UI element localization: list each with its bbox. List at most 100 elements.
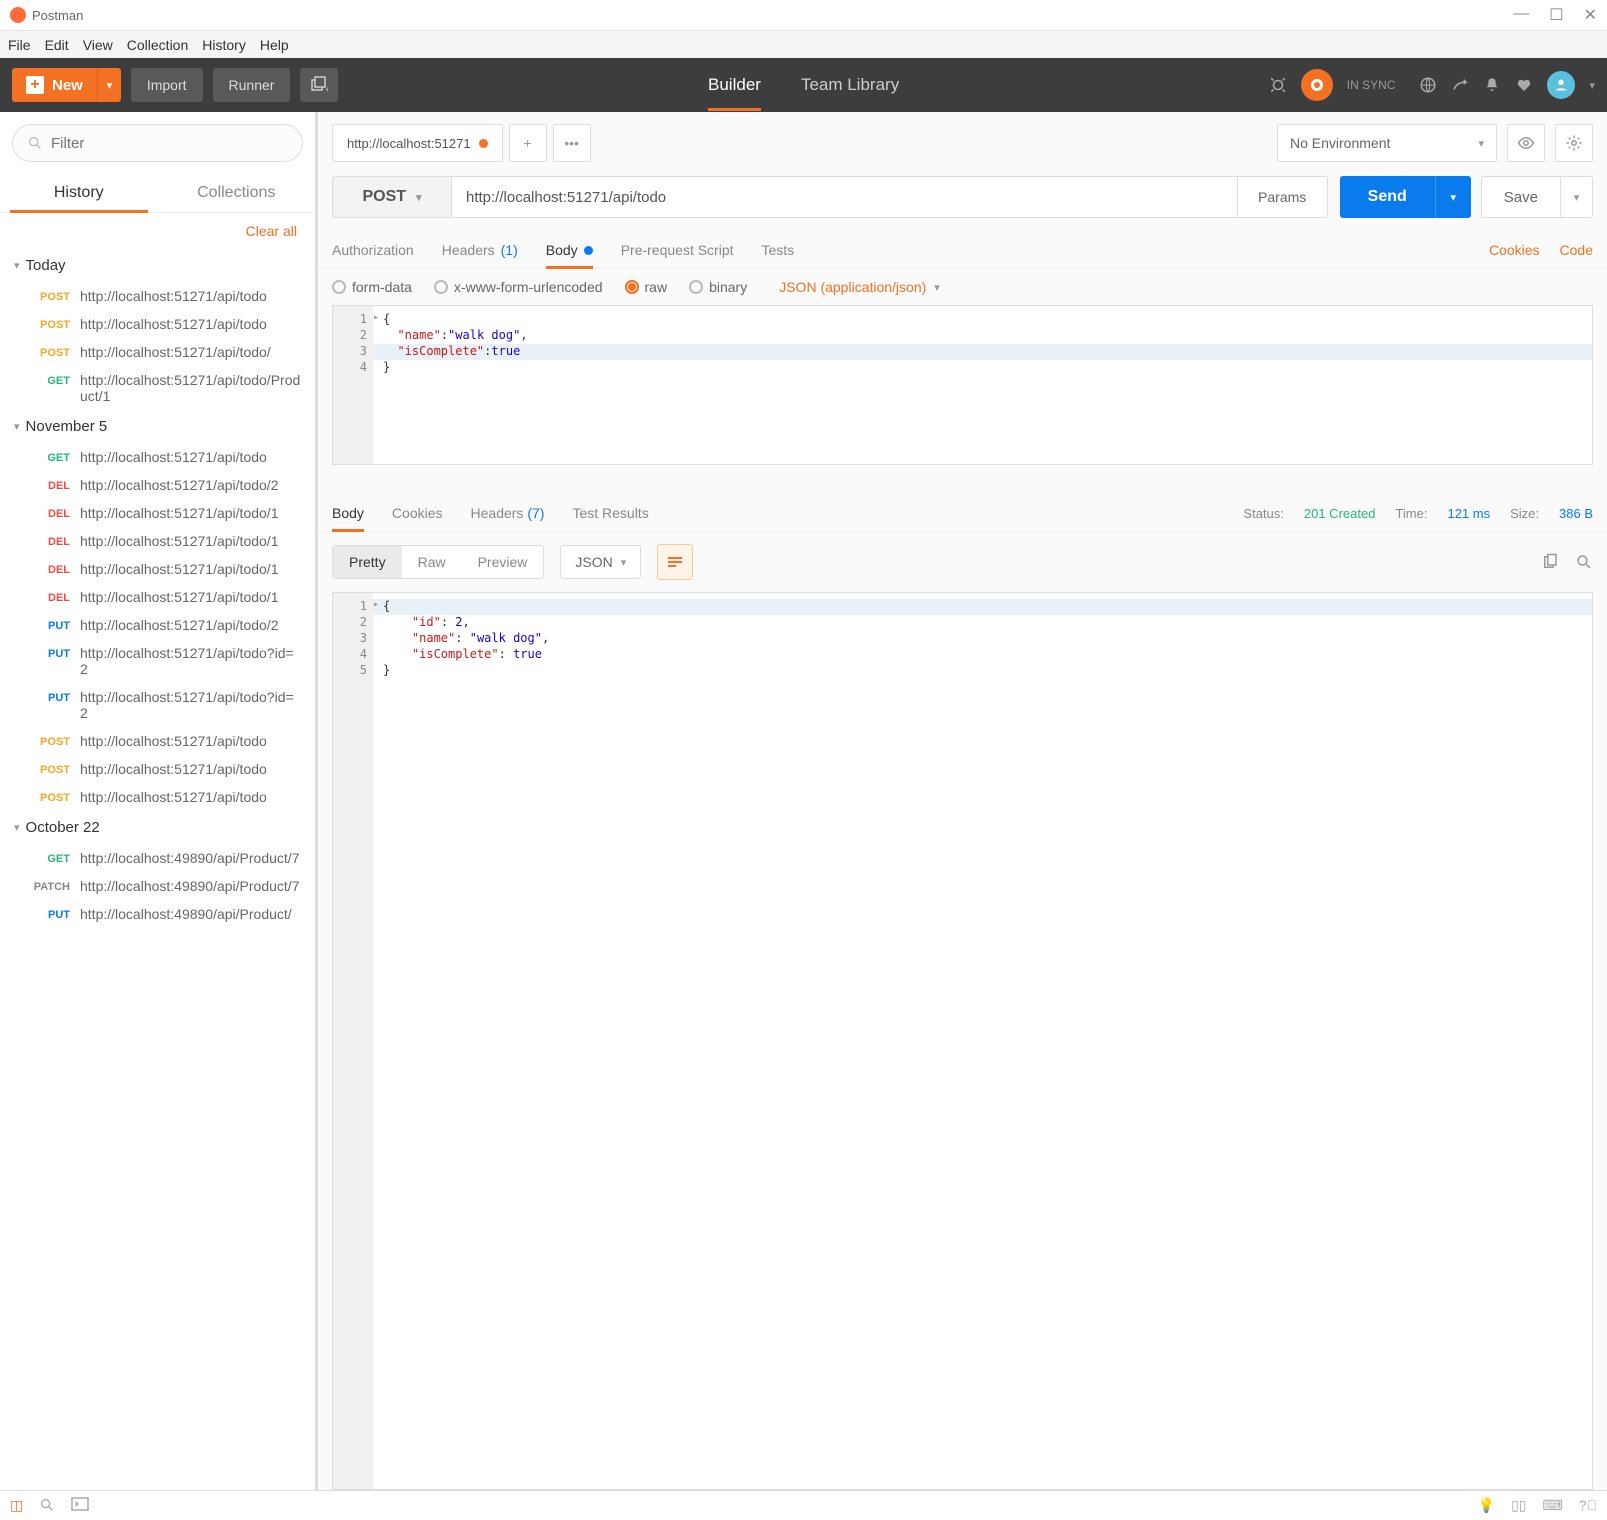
top-tab-builder[interactable]: Builder xyxy=(708,59,761,111)
send-dropdown[interactable]: ▾ xyxy=(1435,176,1471,218)
new-window-button[interactable]: + xyxy=(300,68,338,102)
close-button[interactable]: ✕ xyxy=(1584,5,1597,25)
format-raw-button[interactable]: Raw xyxy=(402,546,462,578)
code-link[interactable]: Code xyxy=(1560,242,1593,258)
history-item[interactable]: POSThttp://localhost:51271/api/todo xyxy=(0,783,315,811)
menu-item-edit[interactable]: Edit xyxy=(45,37,69,53)
body-type-form-data[interactable]: form-data xyxy=(332,279,412,295)
response-tab-body[interactable]: Body xyxy=(332,495,364,531)
environment-quicklook-button[interactable] xyxy=(1507,124,1545,162)
import-button[interactable]: Import xyxy=(131,68,203,102)
cookies-link[interactable]: Cookies xyxy=(1489,242,1540,258)
body-type-raw[interactable]: raw xyxy=(625,279,668,295)
request-body-editor[interactable]: 1234 { "name":"walk dog", "isComplete":t… xyxy=(332,305,1593,465)
history-group-header[interactable]: ▾Today xyxy=(0,249,315,282)
menu-item-file[interactable]: File xyxy=(8,37,31,53)
history-item[interactable]: GEThttp://localhost:51271/api/todo xyxy=(0,443,315,471)
request-tab-pre-request-script[interactable]: Pre-request Script xyxy=(621,232,734,268)
copy-response-button[interactable] xyxy=(1541,553,1559,571)
send-button[interactable]: Send xyxy=(1340,176,1435,218)
environment-settings-button[interactable] xyxy=(1555,124,1593,162)
history-item[interactable]: PUThttp://localhost:51271/api/todo?id=2 xyxy=(0,639,315,683)
help-button[interactable]: ?⃝ xyxy=(1579,1497,1597,1514)
history-item[interactable]: POSThttp://localhost:51271/api/todo xyxy=(0,755,315,783)
menu-item-help[interactable]: Help xyxy=(260,37,289,53)
history-item[interactable]: GEThttp://localhost:51271/api/todo/Produ… xyxy=(0,366,315,410)
content-type-select[interactable]: JSON (application/json)▾ xyxy=(779,279,940,295)
history-item[interactable]: POSThttp://localhost:51271/api/todo xyxy=(0,282,315,310)
history-item[interactable]: DELhttp://localhost:51271/api/todo/1 xyxy=(0,527,315,555)
history-item[interactable]: DELhttp://localhost:51271/api/todo/2 xyxy=(0,471,315,499)
time-value: 121 ms xyxy=(1447,506,1490,521)
capture-icon[interactable] xyxy=(1269,76,1287,94)
find-button[interactable] xyxy=(39,1497,55,1514)
avatar[interactable] xyxy=(1547,71,1575,99)
save-dropdown[interactable]: ▾ xyxy=(1560,177,1592,217)
response-tab-test-results[interactable]: Test Results xyxy=(572,495,648,531)
avatar-dropdown[interactable]: ▾ xyxy=(1589,79,1595,92)
history-item-method: POST xyxy=(32,789,70,804)
history-item[interactable]: PUThttp://localhost:49890/api/Product/ xyxy=(0,900,315,928)
history-group-header[interactable]: ▾November 5 xyxy=(0,410,315,443)
response-lang-select[interactable]: JSON ▾ xyxy=(560,545,641,579)
new-button[interactable]: + New xyxy=(12,68,97,102)
response-tab-cookies[interactable]: Cookies xyxy=(392,495,443,531)
sidebar-tab-history[interactable]: History xyxy=(0,174,158,212)
history-item[interactable]: POSThttp://localhost:51271/api/todo/ xyxy=(0,338,315,366)
new-button-dropdown[interactable]: ▾ xyxy=(97,68,121,102)
history-item[interactable]: POSThttp://localhost:51271/api/todo xyxy=(0,727,315,755)
wrap-lines-button[interactable] xyxy=(657,544,693,580)
save-button[interactable]: Save xyxy=(1482,177,1560,217)
two-pane-button[interactable]: ▯▯ xyxy=(1511,1497,1526,1514)
history-item[interactable]: PUThttp://localhost:51271/api/todo?id=2 xyxy=(0,683,315,727)
format-pretty-button[interactable]: Pretty xyxy=(333,546,402,578)
minimize-button[interactable]: — xyxy=(1513,5,1529,25)
menu-item-history[interactable]: History xyxy=(202,37,246,53)
filter-input[interactable] xyxy=(51,135,288,152)
sync-badge[interactable] xyxy=(1301,69,1333,101)
params-button[interactable]: Params xyxy=(1238,176,1328,218)
sidebar-toggle-button[interactable]: ◫ xyxy=(10,1497,23,1514)
body-type-x-www-form-urlencoded[interactable]: x-www-form-urlencoded xyxy=(434,279,603,295)
request-tab-tests[interactable]: Tests xyxy=(762,232,795,268)
filter-box[interactable] xyxy=(12,124,303,162)
runner-button[interactable]: Runner xyxy=(213,68,291,102)
history-item-url: http://localhost:51271/api/todo/2 xyxy=(80,477,301,493)
heart-icon[interactable] xyxy=(1515,76,1533,94)
sidebar-tab-collections[interactable]: Collections xyxy=(158,174,316,212)
history-group-header[interactable]: ▾October 22 xyxy=(0,811,315,844)
request-tab-authorization[interactable]: Authorization xyxy=(332,232,414,268)
menu-item-view[interactable]: View xyxy=(83,37,113,53)
maximize-button[interactable]: ☐ xyxy=(1549,5,1563,25)
console-button[interactable] xyxy=(71,1497,89,1514)
history-item[interactable]: DELhttp://localhost:51271/api/todo/1 xyxy=(0,583,315,611)
tab-options-button[interactable]: ••• xyxy=(553,124,591,162)
response-tab-headers[interactable]: Headers (7) xyxy=(471,495,545,531)
history-item[interactable]: PUThttp://localhost:51271/api/todo/2 xyxy=(0,611,315,639)
menu-item-collection[interactable]: Collection xyxy=(127,37,188,53)
settings-icon[interactable] xyxy=(1451,76,1469,94)
history-item[interactable]: PATCHhttp://localhost:49890/api/Product/… xyxy=(0,872,315,900)
history-item[interactable]: GEThttp://localhost:49890/api/Product/7 xyxy=(0,844,315,872)
url-input[interactable] xyxy=(452,176,1238,218)
request-tab-headers[interactable]: Headers (1) xyxy=(442,232,518,268)
top-tab-team-library[interactable]: Team Library xyxy=(801,59,899,111)
clear-all-button[interactable]: Clear all xyxy=(0,213,315,249)
environment-select[interactable]: No Environment ▾ xyxy=(1277,124,1497,162)
tab-label: Headers xyxy=(442,242,495,258)
format-preview-button[interactable]: Preview xyxy=(462,546,544,578)
method-select[interactable]: POST ▾ xyxy=(332,176,452,218)
keyboard-shortcuts-button[interactable]: ⌨ xyxy=(1542,1497,1562,1514)
response-body-editor[interactable]: 12345 { "id": 2, "name": "walk dog", "is… xyxy=(332,592,1593,1490)
body-type-binary[interactable]: binary xyxy=(689,279,747,295)
history-item[interactable]: DELhttp://localhost:51271/api/todo/1 xyxy=(0,555,315,583)
new-tab-button[interactable]: + xyxy=(509,124,547,162)
bootcamp-button[interactable]: 💡 xyxy=(1478,1497,1495,1514)
notifications-icon[interactable] xyxy=(1483,76,1501,94)
request-tab[interactable]: http://localhost:51271 xyxy=(332,124,503,162)
history-item[interactable]: POSThttp://localhost:51271/api/todo xyxy=(0,310,315,338)
request-tab-body[interactable]: Body xyxy=(546,232,593,268)
search-response-button[interactable] xyxy=(1575,553,1593,571)
history-item[interactable]: DELhttp://localhost:51271/api/todo/1 xyxy=(0,499,315,527)
browse-icon[interactable] xyxy=(1419,76,1437,94)
